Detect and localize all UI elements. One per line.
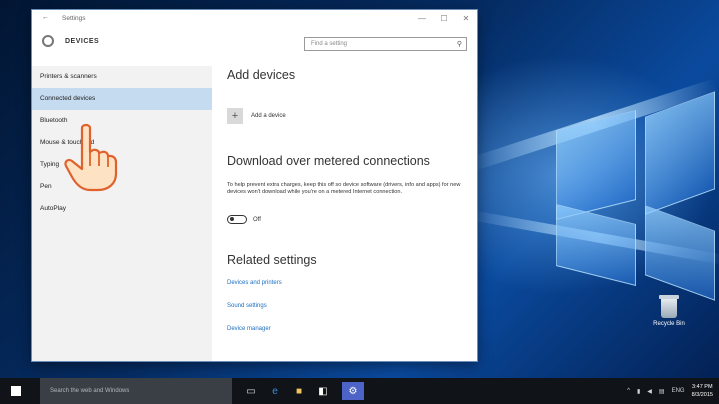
recycle-bin[interactable]: Recycle Bin	[649, 295, 689, 327]
add-device-label: Add a device	[251, 113, 286, 119]
start-button[interactable]	[0, 378, 40, 404]
section-title: DEVICES	[65, 38, 100, 45]
sidebar-item-autoplay[interactable]: AutoPlay	[32, 198, 212, 220]
metered-toggle[interactable]: Off	[227, 215, 261, 224]
link-devices-printers[interactable]: Devices and printers	[227, 280, 282, 286]
toggle-state-label: Off	[253, 216, 261, 223]
recycle-bin-icon	[659, 295, 679, 318]
add-devices-heading: Add devices	[227, 68, 296, 82]
edge-icon[interactable]: e	[264, 382, 286, 400]
file-explorer-icon[interactable]: ■	[288, 382, 310, 400]
clock-date: 8/3/2015	[691, 392, 713, 398]
sidebar-item-bluetooth[interactable]: Bluetooth	[32, 110, 212, 132]
task-view-icon[interactable]: ▭	[240, 382, 262, 400]
sidebar: Printers & scanners Connected devices Bl…	[32, 66, 212, 361]
toggle-switch[interactable]	[227, 215, 247, 224]
search-placeholder: Find a setting	[311, 41, 348, 47]
windows-logo-icon	[11, 386, 21, 396]
window-logo-pane	[645, 205, 715, 301]
back-arrow-icon[interactable]: ←	[42, 14, 49, 21]
plus-icon: +	[227, 108, 243, 124]
tray-overflow-icon[interactable]: ^	[627, 388, 630, 394]
related-settings-heading: Related settings	[227, 253, 317, 267]
metered-description: To help prevent extra charges, keep this…	[227, 182, 461, 195]
language-indicator[interactable]: ENG	[672, 388, 685, 394]
sidebar-item-mouse-touchpad[interactable]: Mouse & touchpad	[32, 132, 212, 154]
sidebar-item-pen[interactable]: Pen	[32, 176, 212, 198]
settings-app-icon[interactable]: ⚙	[342, 382, 364, 400]
settings-header: DEVICES Find a setting ⚲	[32, 28, 477, 58]
sidebar-item-connected-devices[interactable]: Connected devices	[32, 88, 212, 110]
network-icon[interactable]: ▮	[637, 388, 640, 395]
window-title: Settings	[62, 15, 86, 22]
close-button[interactable]: ✕	[455, 10, 477, 28]
store-icon[interactable]: ◧	[312, 382, 334, 400]
notification-icon[interactable]: ▤	[659, 388, 665, 395]
link-sound-settings[interactable]: Sound settings	[227, 303, 267, 309]
clock[interactable]: 3:47 PM 8/3/2015	[692, 383, 713, 399]
clock-time: 3:47 PM	[692, 384, 713, 390]
recycle-bin-label: Recycle Bin	[653, 321, 685, 327]
search-input[interactable]: Find a setting ⚲	[304, 37, 467, 51]
taskbar-search-placeholder: Search the web and Windows	[50, 388, 130, 394]
metered-heading: Download over metered connections	[227, 154, 430, 168]
search-icon: ⚲	[456, 41, 462, 48]
maximize-button[interactable]: ☐	[433, 10, 455, 28]
add-device-button[interactable]: + Add a device	[227, 108, 286, 124]
main-content: Add devices + Add a device Download over…	[212, 66, 477, 361]
pointing-hand-icon	[64, 123, 118, 192]
gear-icon	[42, 35, 54, 47]
desktop: Recycle Bin ← Settings — ☐ ✕ DEVICES Fin…	[0, 0, 719, 378]
minimize-button[interactable]: —	[411, 10, 433, 28]
system-tray: ^ ▮ ◀ ▤ ENG 3:47 PM 8/3/2015	[627, 378, 719, 404]
taskbar-search-input[interactable]: Search the web and Windows	[40, 378, 232, 404]
window-logo-pane	[556, 110, 636, 220]
sidebar-item-typing[interactable]: Typing	[32, 154, 212, 176]
volume-icon[interactable]: ◀	[647, 388, 652, 395]
taskbar: Search the web and Windows ▭ e ■ ◧ ⚙ ^ ▮…	[0, 378, 719, 404]
title-bar: ← Settings — ☐ ✕	[32, 10, 477, 28]
link-device-manager[interactable]: Device manager	[227, 326, 271, 332]
window-logo-pane	[556, 204, 636, 286]
sidebar-item-printers-scanners[interactable]: Printers & scanners	[32, 66, 212, 88]
